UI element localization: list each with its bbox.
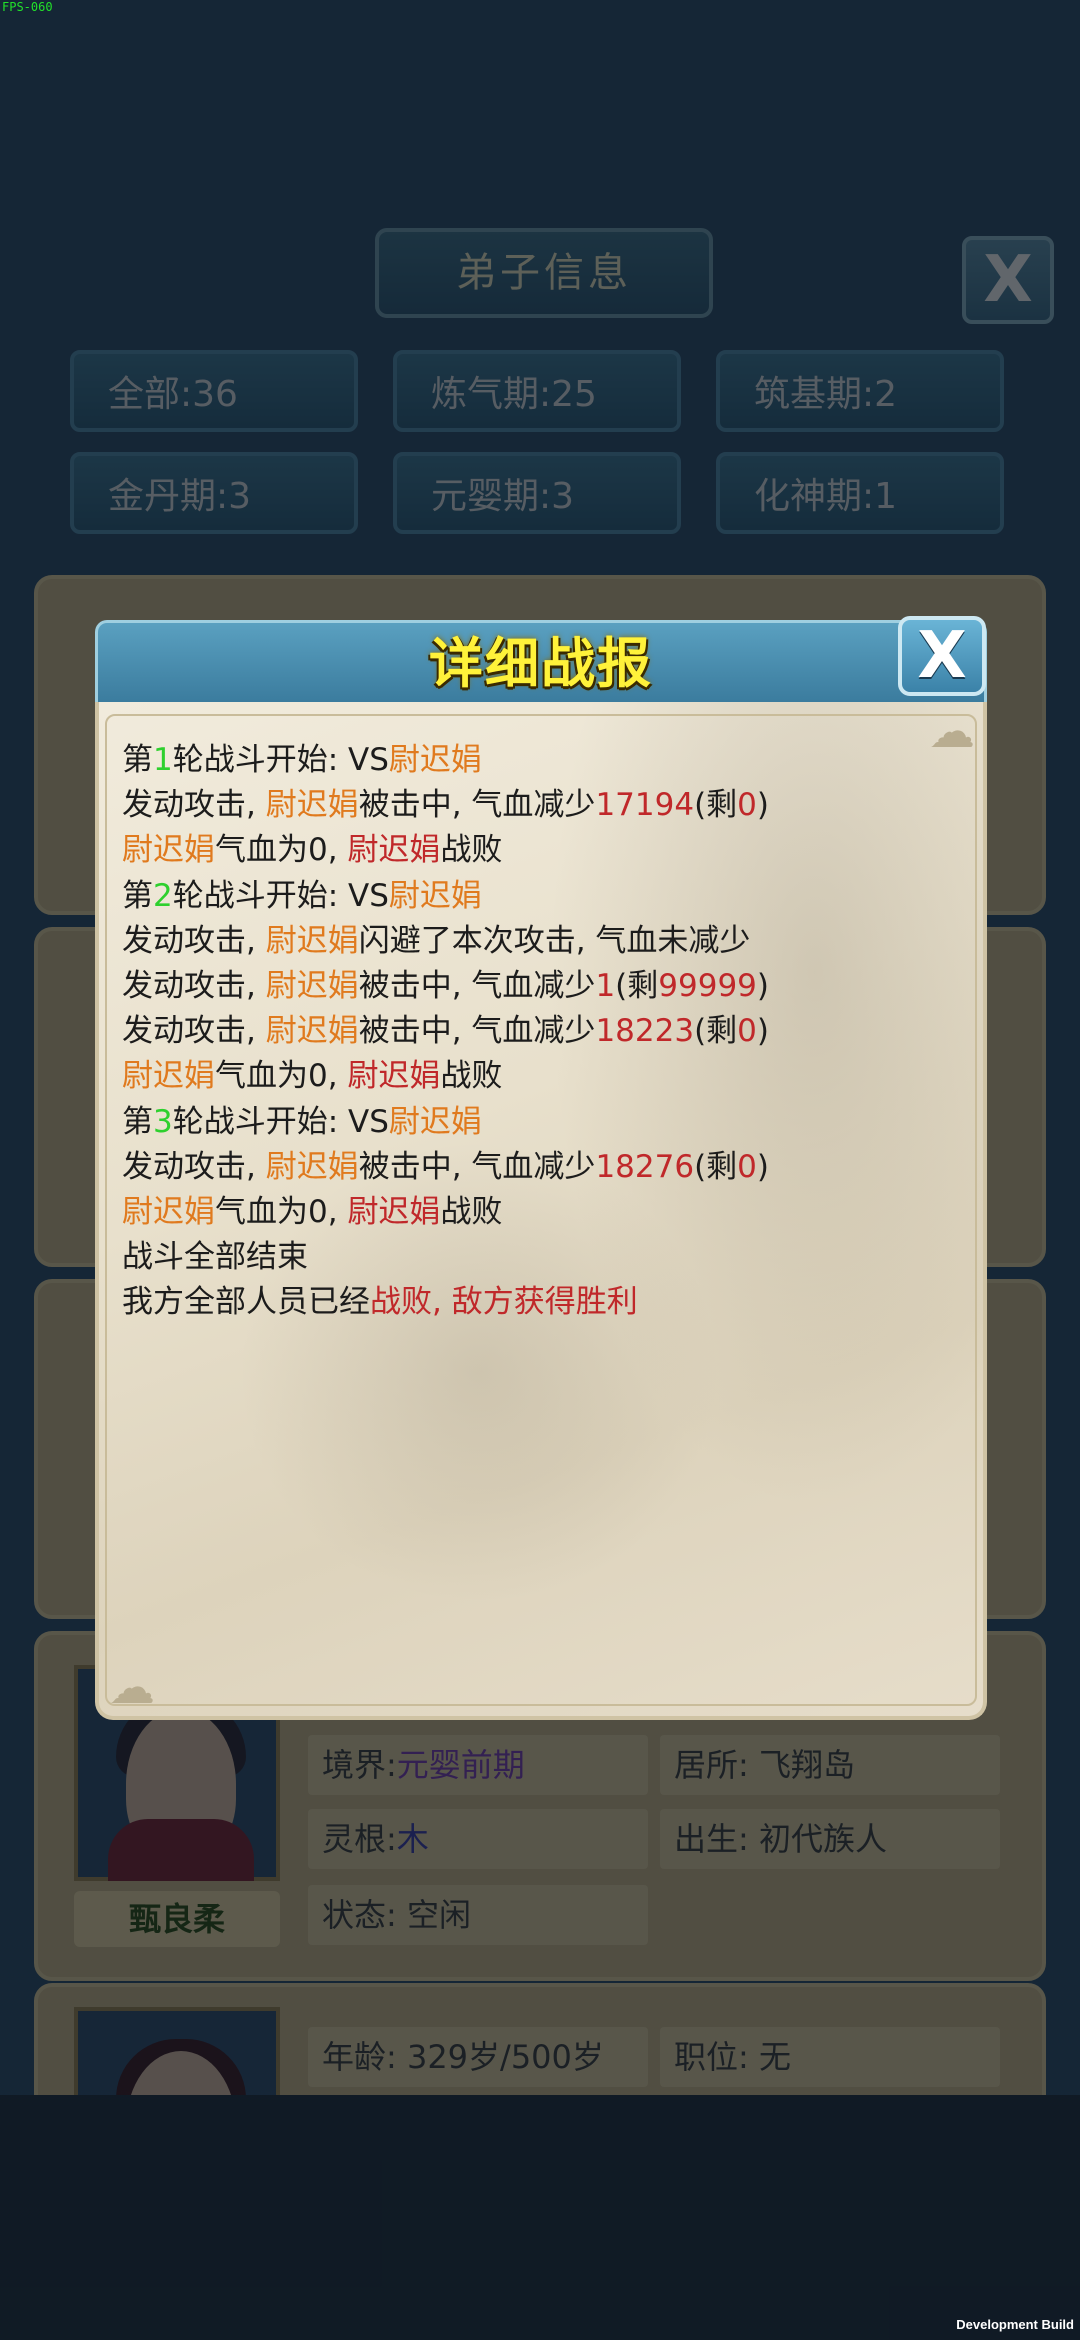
disciple-name: 甄良柔 (74, 1891, 280, 1947)
battle-log-segment: ) (756, 1013, 770, 1050)
fps-counter: FPS-060 (2, 0, 53, 14)
battle-log-segment: 轮战斗开始: VS (172, 1103, 389, 1140)
battle-log-segment: 1 (153, 742, 173, 778)
filter-yuanying-button[interactable]: 元婴期:3 (393, 452, 681, 534)
battle-log-segment: (剩 (615, 967, 659, 1004)
battle-log-line: 第2轮战斗开始: VS尉迟娟 (122, 874, 962, 919)
battle-log-line: 我方全部人员已经战败, 敌方获得胜利 (122, 1280, 962, 1325)
battle-log-segment: 尉迟娟 (122, 832, 215, 869)
battle-log-segment: 尉迟娟 (388, 1103, 482, 1140)
battle-log-segment: 我方全部人员已经 (122, 1284, 370, 1321)
battle-log-segment: ) (756, 787, 770, 824)
battle-log-segment: 尉迟娟 (265, 1013, 359, 1050)
filter-zhuji-button[interactable]: 筑基期:2 (716, 350, 1004, 432)
battle-log-segment: 18276 (595, 1148, 695, 1185)
battle-log-segment: 气血为0, (215, 1193, 348, 1230)
birth-field: 出生: 初代族人 (660, 1809, 1000, 1869)
filter-jindan-button[interactable]: 金丹期:3 (70, 452, 358, 534)
battle-log-segment: (剩 (694, 1148, 738, 1185)
battle-log-segment: 1 (595, 967, 616, 1004)
battle-log-segment: 0 (737, 787, 757, 824)
battle-log-segment: (剩 (694, 787, 738, 824)
battle-log-segment: 发动攻击, (122, 1148, 266, 1185)
battle-log-segment: 尉迟娟 (265, 787, 359, 824)
battle-log-segment: 轮战斗开始: VS (172, 877, 389, 914)
battle-log-segment: 尉迟娟 (388, 877, 482, 914)
battle-report-close-button[interactable]: X (898, 616, 986, 696)
battle-report-title: 详细战报 (429, 632, 653, 695)
cloud-ornament-icon: ☁ (109, 1660, 155, 1714)
battle-log-line: 发动攻击, 尉迟娟被击中, 气血减少18223(剩0) (122, 1009, 962, 1054)
battle-log-segment: 战败 (440, 832, 503, 869)
battle-log-line: 第1轮战斗开始: VS尉迟娟 (122, 738, 962, 783)
battle-log-segment: 第 (122, 1103, 153, 1140)
battle-log-segment: 被击中, 气血减少 (358, 1148, 596, 1185)
battle-log-segment: 尉迟娟 (122, 1193, 215, 1230)
screen-title: 弟子信息 (375, 228, 713, 318)
battle-log-line: 发动攻击, 尉迟娟被击中, 气血减少17194(剩0) (122, 783, 962, 828)
root-label: 灵根: (322, 1820, 397, 1858)
screen-close-button[interactable]: X (962, 236, 1054, 324)
battle-log-segment: 尉迟娟 (347, 832, 441, 869)
battle-log-segment: ) (756, 1148, 770, 1185)
battle-log-line: 尉迟娟气血为0, 尉迟娟战败 (122, 1190, 962, 1235)
battle-log-line: 发动攻击, 尉迟娟被击中, 气血减少18276(剩0) (122, 1145, 962, 1190)
bottom-bar (0, 2095, 1080, 2340)
filter-lianqi-button[interactable]: 炼气期:25 (393, 350, 681, 432)
battle-log-segment: 18223 (595, 1013, 695, 1050)
realm-field: 境界:元婴前期 (308, 1735, 648, 1795)
realm-label: 境界: (322, 1746, 397, 1784)
battle-log-segment: ) (756, 967, 770, 1004)
battle-log-segment: 被击中, 气血减少 (358, 967, 596, 1004)
battle-log-line: 第3轮战斗开始: VS尉迟娟 (122, 1100, 962, 1145)
battle-log-line: 战斗全部结束 (122, 1235, 962, 1280)
battle-log-segment: 气血为0, (215, 832, 348, 869)
battle-report-header: 详细战报 (95, 620, 987, 702)
battle-log-line: 发动攻击, 尉迟娟被击中, 气血减少1(剩99999) (122, 964, 962, 1009)
development-build-label: Development Build (956, 2317, 1074, 2332)
battle-log-segment: 尉迟娟 (265, 1148, 359, 1185)
root-value: 木 (396, 1820, 429, 1858)
battle-log-segment: 发动攻击, (122, 787, 266, 824)
battle-log-segment: 17194 (595, 787, 695, 824)
battle-log-segment: 尉迟娟 (122, 1058, 215, 1095)
battle-log-segment: 发动攻击, (122, 922, 266, 959)
battle-log-segment: 尉迟娟 (388, 742, 482, 778)
battle-log-segment: 尉迟娟 (265, 922, 359, 959)
battle-log-segment: 尉迟娟 (265, 967, 359, 1004)
battle-log-segment: 第 (122, 742, 153, 778)
battle-log-line: 尉迟娟气血为0, 尉迟娟战败 (122, 1054, 962, 1099)
battle-log-segment: 战败, 敌方获得胜利 (370, 1284, 638, 1321)
realm-value: 元婴前期 (396, 1746, 525, 1784)
battle-log-segment: 尉迟娟 (347, 1193, 441, 1230)
battle-log-segment: 尉迟娟 (347, 1058, 441, 1095)
battle-log-segment: 气血为0, (215, 1058, 348, 1095)
battle-log-segment: 99999 (658, 967, 757, 1004)
battle-log-segment: 战斗全部结束 (122, 1239, 308, 1276)
battle-log-segment: 被击中, 气血减少 (358, 1013, 596, 1050)
battle-log-segment: 发动攻击, (122, 1013, 266, 1050)
battle-log-segment: 战败 (440, 1058, 503, 1095)
filter-all-button[interactable]: 全部:36 (70, 350, 358, 432)
battle-log-segment: 0 (737, 1013, 757, 1050)
battle-log-segment: 2 (153, 877, 173, 914)
battle-log-segment: 闪避了本次攻击, 气血未减少 (358, 922, 751, 959)
battle-log-segment: 战败 (440, 1193, 503, 1230)
battle-log-segment: 发动攻击, (122, 967, 266, 1004)
filter-huashen-button[interactable]: 化神期:1 (716, 452, 1004, 534)
position-field: 职位: 无 (660, 2027, 1000, 2087)
battle-log-line: 尉迟娟气血为0, 尉迟娟战败 (122, 828, 962, 873)
battle-log-line: 发动攻击, 尉迟娟闪避了本次攻击, 气血未减少 (122, 919, 962, 964)
battle-log-segment: 轮战斗开始: VS (172, 742, 389, 778)
residence-field: 居所: 飞翔岛 (660, 1735, 1000, 1795)
root-field: 灵根:木 (308, 1809, 648, 1869)
battle-log-segment: 3 (153, 1103, 173, 1140)
battle-log: 第1轮战斗开始: VS尉迟娟 发动攻击, 尉迟娟被击中, 气血减少17194(剩0… (122, 738, 962, 1325)
battle-log-segment: 0 (737, 1148, 757, 1185)
battle-log-segment: 第 (122, 877, 153, 914)
battle-log-segment: 被击中, 气血减少 (358, 787, 596, 824)
status-field: 状态: 空闲 (308, 1885, 648, 1945)
battle-log-segment: (剩 (694, 1013, 738, 1050)
age-field: 年龄: 329岁/500岁 (308, 2027, 648, 2087)
